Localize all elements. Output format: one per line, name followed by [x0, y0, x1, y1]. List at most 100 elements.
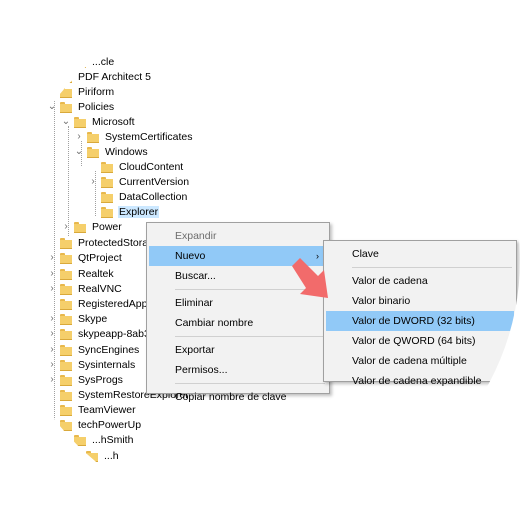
tree-node[interactable]: ...h — [72, 448, 120, 463]
menu-item-label: Permisos... — [175, 364, 228, 376]
menu-item-cambiar-nombre[interactable]: Cambiar nombre — [149, 313, 327, 333]
chevron-right-icon[interactable]: › — [46, 311, 58, 326]
folder-icon — [74, 434, 86, 446]
tree-node[interactable]: › Realtek — [46, 266, 115, 281]
folder-icon — [101, 191, 113, 203]
tree-node[interactable]: ...cle — [60, 54, 115, 69]
folder-icon — [60, 268, 72, 280]
tree-node[interactable]: ProtectedStorag — [46, 235, 155, 250]
menu-item-copiar-nombre-de-clave[interactable]: Copiar nombre de clave — [149, 387, 327, 407]
folder-icon — [60, 252, 72, 264]
tree-node[interactable]: › QtProject — [46, 250, 123, 265]
tree-node-label: ...h — [104, 449, 119, 462]
tree-node-label: Explorer — [118, 205, 160, 218]
menu-item-exportar[interactable]: Exportar — [149, 340, 327, 360]
folder-icon — [60, 344, 72, 356]
folder-icon — [60, 86, 72, 98]
menu-separator — [175, 383, 325, 384]
tree-node[interactable]: Piriform — [46, 84, 115, 99]
tree-node[interactable]: › skypeapp-8ab3 — [46, 326, 151, 341]
menu-item-label: Valor de cadena múltiple — [352, 355, 467, 367]
chevron-right-icon[interactable]: › — [46, 357, 58, 372]
chevron-right-icon[interactable]: › — [46, 281, 58, 296]
tree-node[interactable]: ...ce — [60, 24, 113, 39]
folder-icon — [60, 313, 72, 325]
chevron-right-icon[interactable]: › — [73, 129, 85, 144]
folder-icon — [101, 161, 113, 173]
tree-node-label: ...hSmith — [92, 433, 134, 446]
chevron-right-icon[interactable]: › — [46, 342, 58, 357]
folder-icon — [60, 101, 72, 113]
tree-node[interactable]: CloudContent — [87, 159, 184, 174]
tree-node[interactable]: › SyncEngines — [46, 342, 140, 357]
tree-node-label: techPowerUp — [78, 418, 142, 431]
chevron-right-icon[interactable]: › — [87, 174, 99, 189]
tree-node[interactable]: › SysProgs — [46, 372, 124, 387]
chevron-right-icon[interactable]: › — [46, 326, 58, 341]
tree-node[interactable]: PDF Architect 5 — [46, 69, 152, 84]
tree-node[interactable]: ⌄ Policies — [46, 99, 115, 114]
menu-item-label: Valor de cadena expandible — [352, 375, 482, 387]
chevron-right-icon[interactable]: › — [46, 266, 58, 281]
folder-icon — [60, 298, 72, 310]
chevron-down-icon[interactable]: ⌄ — [73, 144, 85, 159]
tree-node[interactable]: RegisteredAppli — [46, 296, 153, 311]
chevron-down-icon[interactable]: ⌄ — [46, 99, 58, 114]
menu-item-valor-de-cadena[interactable]: Valor de cadena — [326, 271, 514, 291]
menu-item-valor-de-cadena-m-ltiple[interactable]: Valor de cadena múltiple — [326, 351, 514, 371]
tree-node[interactable]: ⌄ Microsoft — [60, 114, 136, 129]
folder-icon — [74, 26, 86, 38]
menu-item-label: Valor de DWORD (32 bits) — [352, 315, 475, 327]
chevron-right-icon[interactable]: › — [46, 250, 58, 265]
tree-node[interactable]: TeamViewer — [46, 402, 137, 417]
menu-separator — [175, 336, 325, 337]
circular-crop: ...ce ...cle PDF Architect 5 Piriform ⌄ Polic… — [0, 0, 520, 520]
menu-item-label: Valor binario — [352, 295, 411, 307]
folder-icon — [60, 404, 72, 416]
menu-item-label: Expandir — [175, 230, 217, 242]
folder-icon — [60, 71, 72, 83]
tree-node[interactable]: › CurrentVersion — [87, 174, 190, 189]
chevron-down-icon[interactable]: ⌄ — [60, 114, 72, 129]
tree-node[interactable]: › Power — [60, 219, 123, 234]
tree-node[interactable]: ...hSmith — [60, 432, 134, 447]
tree-node-label: ...ce — [92, 25, 112, 38]
menu-item-valor-binario[interactable]: Valor binario — [326, 291, 514, 311]
tree-node-label: Policies — [78, 100, 115, 113]
menu-item-label: Copiar nombre de clave — [175, 391, 287, 403]
tree-node[interactable]: › RealVNC — [46, 281, 123, 296]
tree-node-label: DataCollection — [119, 190, 188, 203]
menu-item-label: Valor de cadena — [352, 275, 428, 287]
tree-node-label: Windows — [105, 145, 148, 158]
tree-node[interactable]: Explorer — [87, 204, 160, 219]
menu-item-label: Nuevo — [175, 250, 206, 262]
menu-item-clave[interactable]: Clave — [326, 244, 514, 264]
tree-node-label: ProtectedStorag — [78, 236, 154, 249]
new-submenu: Clave Valor de cadena Valor binario Valor d… — [323, 240, 517, 387]
pointer-arrow-icon — [292, 258, 328, 298]
folder-icon — [74, 221, 86, 233]
tree-node[interactable]: ⌄ Windows — [73, 144, 149, 159]
folder-icon — [74, 56, 86, 68]
chevron-right-icon[interactable]: › — [60, 219, 72, 234]
tree-node[interactable]: › Sysinternals — [46, 357, 136, 372]
menu-item-permisos[interactable]: Permisos... — [149, 360, 327, 380]
menu-item-valor-de-dword-32-bits[interactable]: Valor de DWORD (32 bits) — [326, 311, 514, 331]
folder-icon — [87, 131, 99, 143]
tree-node[interactable]: › SystemCertificates — [73, 129, 194, 144]
menu-item-valor-de-cadena-expandible[interactable]: Valor de cadena expandible — [326, 371, 514, 391]
chevron-right-icon[interactable]: › — [46, 372, 58, 387]
menu-item-valor-de-qword-64-bits[interactable]: Valor de QWORD (64 bits) — [326, 331, 514, 351]
tree-node[interactable]: › Skype — [46, 311, 108, 326]
tree-node[interactable]: techPowerUp — [46, 417, 142, 432]
tree-node[interactable]: DataCollection — [87, 189, 188, 204]
tree-node-label: Realtek — [78, 267, 114, 280]
menu-item-label: Clave — [352, 248, 379, 260]
